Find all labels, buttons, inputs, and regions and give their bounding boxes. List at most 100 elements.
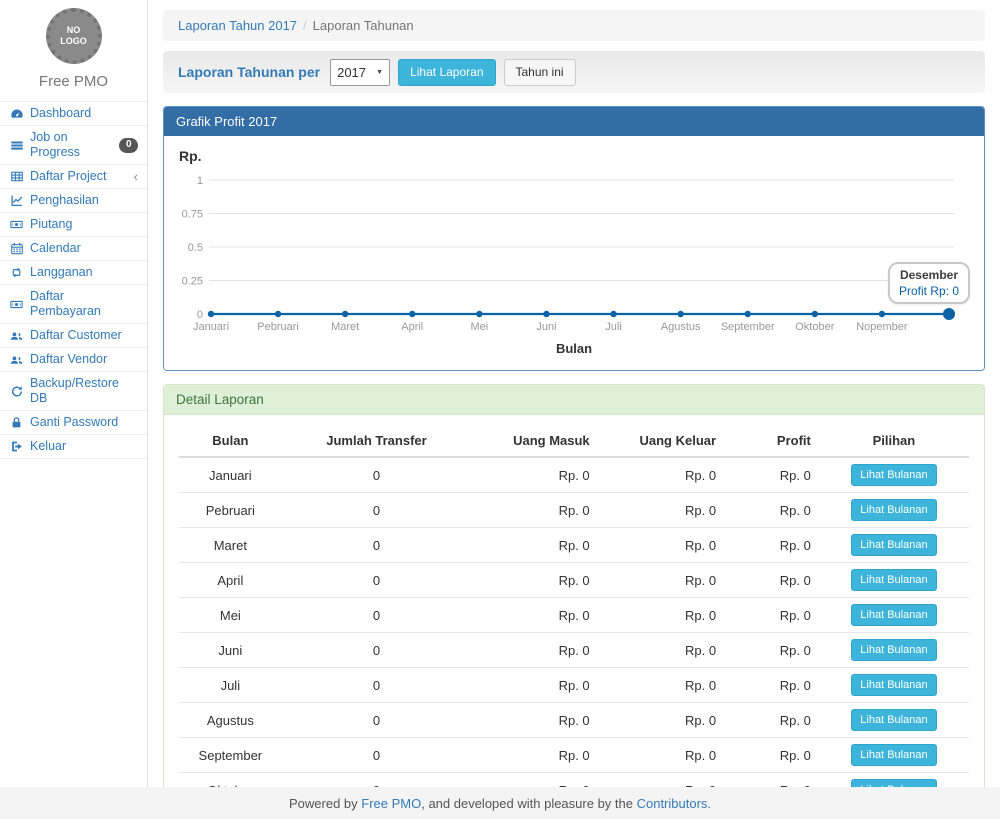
lihat-bulanan-button[interactable]: Lihat Bulanan (851, 744, 936, 766)
detail-panel: Detail Laporan BulanJumlah TransferUang … (163, 384, 985, 787)
cell: Rp. 0 (598, 563, 724, 598)
action-cell: Lihat Bulanan (819, 633, 969, 668)
sidebar-item-langganan: Langganan (0, 261, 147, 285)
table-row: Juli0Rp. 0Rp. 0Rp. 0Lihat Bulanan (179, 668, 969, 703)
lock-icon (9, 416, 24, 430)
sidebar-item-label: Dashboard (30, 106, 91, 121)
footer-link-contributors[interactable]: Contributors. (637, 796, 711, 811)
cell: Rp. 0 (724, 563, 819, 598)
chart-tooltip: Desember Profit Rp: 0 (888, 262, 970, 304)
lihat-bulanan-button[interactable]: Lihat Bulanan (851, 569, 936, 591)
table-row: April0Rp. 0Rp. 0Rp. 0Lihat Bulanan (179, 563, 969, 598)
lihat-bulanan-button[interactable]: Lihat Bulanan (851, 604, 936, 626)
action-cell: Lihat Bulanan (819, 457, 969, 493)
sidebar-link[interactable]: Daftar Vendor (0, 348, 147, 371)
lihat-bulanan-button[interactable]: Lihat Bulanan (851, 709, 936, 731)
data-point-agustus[interactable] (677, 311, 683, 317)
breadcrumb: Laporan Tahun 2017/Laporan Tahunan (163, 10, 985, 41)
sidebar-item-daftar-customer: Daftar Customer (0, 324, 147, 348)
data-point-april[interactable] (409, 311, 415, 317)
year-select-value: 2017 (337, 65, 366, 80)
lihat-bulanan-button[interactable]: Lihat Bulanan (851, 639, 936, 661)
lihat-bulanan-button[interactable]: Lihat Bulanan (851, 464, 936, 486)
cell: Rp. 0 (724, 738, 819, 773)
data-point-maret[interactable] (342, 311, 348, 317)
logo-text: NO LOGO (57, 25, 91, 48)
tasks-icon (9, 138, 24, 152)
sidebar-link[interactable]: Langganan (0, 261, 147, 284)
sidebar-item-daftar-project: Daftar Project‹ (0, 165, 147, 189)
year-select[interactable]: 2017 ▼ (330, 59, 390, 86)
sidebar-item-calendar: Calendar (0, 237, 147, 261)
x-tick-label: Maret (331, 321, 359, 333)
data-point-oktober[interactable] (812, 311, 818, 317)
breadcrumb-current: Laporan Tahunan (313, 18, 414, 33)
sidebar-link[interactable]: Job on Progress0 (0, 126, 147, 164)
sidebar-link[interactable]: Daftar Pembayaran (0, 285, 147, 323)
cell: September (179, 738, 282, 773)
x-tick-label: Agustus (661, 321, 701, 333)
lihat-laporan-button[interactable]: Lihat Laporan (398, 59, 495, 86)
users-icon (9, 329, 24, 343)
sidebar-link[interactable]: Daftar Project‹ (0, 165, 147, 188)
sidebar: NO LOGO Free PMO Dashboard Job on Progres… (0, 0, 148, 787)
sidebar-link[interactable]: Ganti Password (0, 411, 147, 434)
data-point-september[interactable] (745, 311, 751, 317)
chart-panel-title: Grafik Profit 2017 (164, 107, 984, 136)
x-axis-title: Bulan (179, 341, 969, 356)
report-table-body: Januari0Rp. 0Rp. 0Rp. 0Lihat BulananPebr… (179, 457, 969, 787)
chart-area: Rp. 10.750.50.250JanuariPebruariMaretApr… (164, 136, 984, 370)
footer-text: Powered by Free PMO, and developed with … (289, 796, 711, 811)
cell: Rp. 0 (598, 528, 724, 563)
column-header: Pilihan (819, 425, 969, 457)
sidebar-link[interactable]: Calendar (0, 237, 147, 260)
report-table: BulanJumlah TransferUang MasukUang Kelua… (179, 425, 969, 787)
cell: 0 (282, 493, 472, 528)
sidebar-item-ganti-password: Ganti Password (0, 411, 147, 435)
breadcrumb-separator: / (297, 18, 313, 33)
breadcrumb-link[interactable]: Laporan Tahun 2017 (178, 18, 297, 33)
lihat-bulanan-button[interactable]: Lihat Bulanan (851, 499, 936, 521)
cell: Agustus (179, 703, 282, 738)
action-cell: Lihat Bulanan (819, 528, 969, 563)
report-table-wrap: BulanJumlah TransferUang MasukUang Kelua… (164, 415, 984, 787)
chart-tooltip-value: Profit Rp: 0 (899, 284, 959, 298)
lihat-bulanan-button[interactable]: Lihat Bulanan (851, 779, 936, 787)
data-point-nopember[interactable] (879, 311, 885, 317)
sidebar-link[interactable]: Piutang (0, 213, 147, 236)
brand-title: Free PMO (0, 73, 147, 90)
table-row: Juni0Rp. 0Rp. 0Rp. 0Lihat Bulanan (179, 633, 969, 668)
action-cell: Lihat Bulanan (819, 563, 969, 598)
footer-link-freepmo[interactable]: Free PMO (361, 796, 421, 811)
data-point-mei[interactable] (476, 311, 482, 317)
data-point-desember[interactable] (943, 308, 955, 320)
y-tick-label: 0 (197, 309, 203, 321)
cell: Rp. 0 (598, 703, 724, 738)
cell: Rp. 0 (724, 493, 819, 528)
cell: Rp. 0 (724, 773, 819, 788)
lihat-bulanan-button[interactable]: Lihat Bulanan (851, 534, 936, 556)
sidebar-link[interactable]: Daftar Customer (0, 324, 147, 347)
retweet-icon (9, 266, 24, 280)
data-point-pebruari[interactable] (275, 311, 281, 317)
action-cell: Lihat Bulanan (819, 773, 969, 788)
cell: 0 (282, 703, 472, 738)
data-point-juli[interactable] (610, 311, 616, 317)
tahun-ini-button[interactable]: Tahun ini (504, 59, 576, 86)
action-cell: Lihat Bulanan (819, 738, 969, 773)
lihat-bulanan-button[interactable]: Lihat Bulanan (851, 674, 936, 696)
action-cell: Lihat Bulanan (819, 598, 969, 633)
sidebar-link[interactable]: Penghasilan (0, 189, 147, 212)
cell: Juni (179, 633, 282, 668)
sidebar-link[interactable]: Keluar (0, 435, 147, 458)
cell: Januari (179, 457, 282, 493)
data-point-januari[interactable] (208, 311, 214, 317)
cell: Mei (179, 598, 282, 633)
cell: Rp. 0 (471, 703, 597, 738)
sidebar-link[interactable]: Backup/Restore DB (0, 372, 147, 410)
sidebar-link[interactable]: Dashboard (0, 102, 147, 125)
data-point-juni[interactable] (543, 311, 549, 317)
sidebar-item-backup-restore-db: Backup/Restore DB (0, 372, 147, 411)
cell: 0 (282, 563, 472, 598)
x-tick-label: Mei (470, 321, 488, 333)
